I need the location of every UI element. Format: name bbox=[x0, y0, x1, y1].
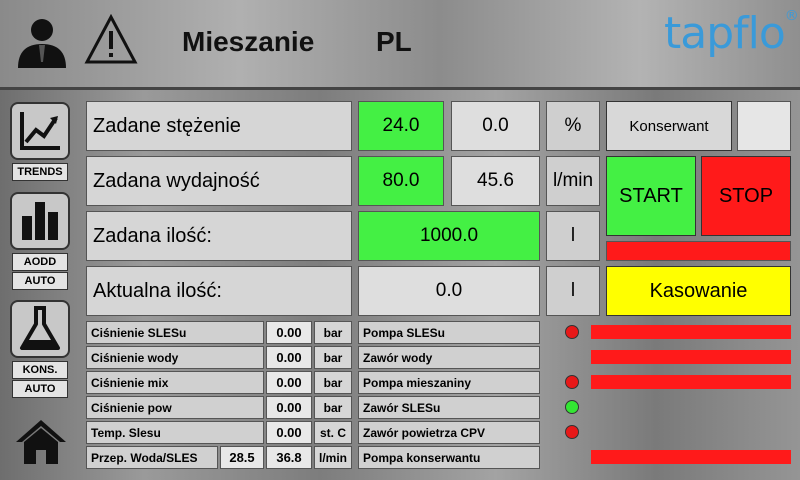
flow-unit: l/min bbox=[546, 156, 600, 206]
actual-quantity-label: Aktualna ilość: bbox=[86, 266, 352, 316]
sensor-value: 0.00 bbox=[266, 396, 312, 419]
target-concentration-input[interactable]: 24.0 bbox=[358, 101, 444, 151]
actual-quantity-unit: l bbox=[546, 266, 600, 316]
sensor-unit: st. C bbox=[314, 421, 352, 444]
kons-button[interactable] bbox=[10, 300, 70, 358]
device-label: Zawór wody bbox=[358, 346, 540, 369]
actual-flow-value: 45.6 bbox=[451, 156, 540, 206]
run-status-bar bbox=[606, 241, 791, 261]
trends-button[interactable] bbox=[10, 102, 70, 160]
sensor-label: Ciśnienie wody bbox=[86, 346, 264, 369]
device-label: Zawór SLESu bbox=[358, 396, 540, 419]
quantity-unit: l bbox=[546, 211, 600, 261]
device-label: Zawór powietrza CPV bbox=[358, 421, 540, 444]
water-flow-value: 28.5 bbox=[220, 446, 264, 469]
sensor-unit: bar bbox=[314, 371, 352, 394]
aodd-label: AODD bbox=[12, 253, 68, 271]
target-quantity-input[interactable]: 1000.0 bbox=[358, 211, 540, 261]
kons-label: KONS. bbox=[12, 361, 68, 379]
actual-quantity-value: 0.0 bbox=[358, 266, 540, 316]
device-label: Pompa SLESu bbox=[358, 321, 540, 344]
flow-ratio-label: Przep. Woda/SLES bbox=[86, 446, 218, 469]
concentration-unit: % bbox=[546, 101, 600, 151]
sensor-value: 0.00 bbox=[266, 321, 312, 344]
device-label: Pompa konserwantu bbox=[358, 446, 540, 469]
device-fault-bar bbox=[591, 325, 791, 339]
page-title: Mieszanie bbox=[182, 26, 315, 57]
aodd-mode: AUTO bbox=[12, 272, 68, 290]
sles-flow-value: 36.8 bbox=[266, 446, 312, 469]
sensor-unit: bar bbox=[314, 346, 352, 369]
home-icon[interactable] bbox=[14, 416, 68, 466]
device-status-indicator bbox=[565, 400, 579, 414]
sensor-value: 0.00 bbox=[266, 346, 312, 369]
preservative-button[interactable]: Konserwant bbox=[606, 101, 732, 151]
sensor-value: 0.00 bbox=[266, 421, 312, 444]
start-button[interactable]: START bbox=[606, 156, 696, 236]
sensor-label: Ciśnienie pow bbox=[86, 396, 264, 419]
bar-chart-icon bbox=[22, 202, 58, 240]
tapflo-logo: tapflo® bbox=[664, 8, 799, 59]
sensor-unit: bar bbox=[314, 321, 352, 344]
target-concentration-label: Zadane stężenie bbox=[86, 101, 352, 151]
sensor-unit: bar bbox=[314, 396, 352, 419]
flow-ratio-unit: l/min bbox=[314, 446, 352, 469]
sensor-label: Ciśnienie SLESu bbox=[86, 321, 264, 344]
sensor-value: 0.00 bbox=[266, 371, 312, 394]
target-flow-label: Zadana wydajność bbox=[86, 156, 352, 206]
trend-chart-icon bbox=[20, 112, 60, 150]
sensor-label: Temp. Slesu bbox=[86, 421, 264, 444]
actual-concentration-value: 0.0 bbox=[451, 101, 540, 151]
aodd-button[interactable] bbox=[10, 192, 70, 250]
stop-button[interactable]: STOP bbox=[701, 156, 791, 236]
device-fault-bar bbox=[591, 375, 791, 389]
device-status-indicator bbox=[565, 425, 579, 439]
device-status-indicator bbox=[565, 325, 579, 339]
device-status-list: Pompa SLESu Zawór wody Pompa mieszaniny Zaw… bbox=[358, 321, 794, 471]
reset-button[interactable]: Kasowanie bbox=[606, 266, 791, 316]
device-label: Pompa mieszaniny bbox=[358, 371, 540, 394]
user-icon[interactable] bbox=[14, 12, 70, 68]
flask-icon bbox=[20, 306, 60, 350]
device-status-indicator bbox=[565, 375, 579, 389]
target-flow-input[interactable]: 80.0 bbox=[358, 156, 444, 206]
preservative-indicator bbox=[737, 101, 791, 151]
trends-label: TRENDS bbox=[12, 163, 68, 181]
warning-icon[interactable] bbox=[84, 13, 138, 66]
kons-mode: AUTO bbox=[12, 380, 68, 398]
device-fault-bar bbox=[591, 450, 791, 464]
language-selector[interactable]: PL bbox=[376, 26, 412, 58]
target-quantity-label: Zadana ilość: bbox=[86, 211, 352, 261]
sensor-label: Ciśnienie mix bbox=[86, 371, 264, 394]
device-fault-bar bbox=[591, 350, 791, 364]
